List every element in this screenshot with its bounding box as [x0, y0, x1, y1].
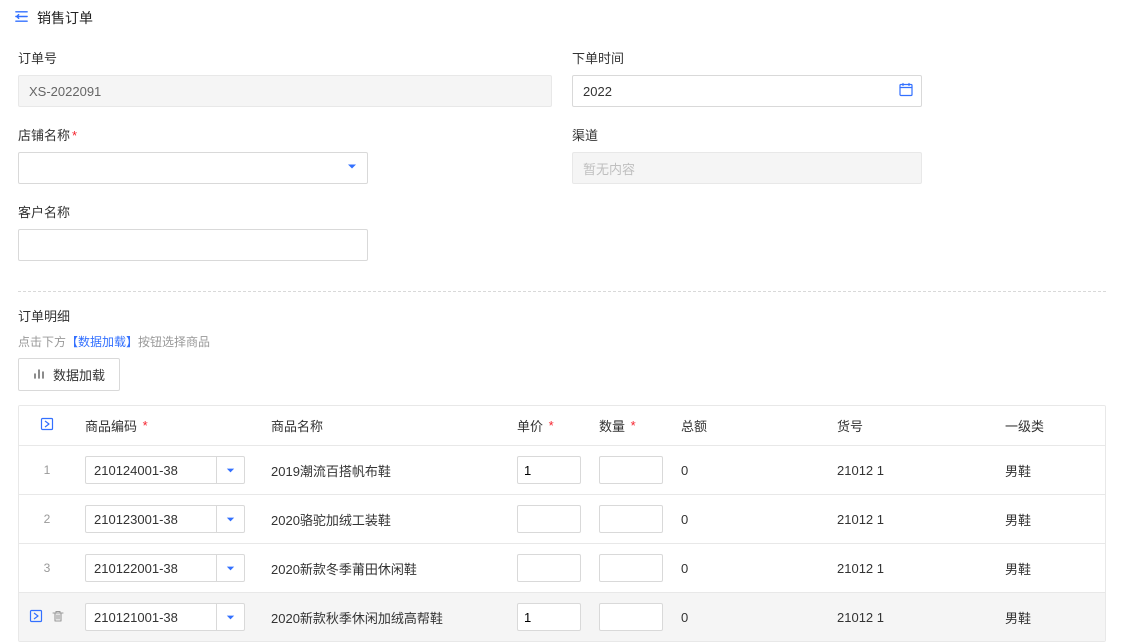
detail-table: 商品编码 * 商品名称 单价 * 数量 * 总额 货号 一级类 1 2101240… — [18, 405, 1106, 642]
product-code-select[interactable]: 210123001-38 — [85, 505, 245, 533]
th-name: 商品名称 — [261, 406, 507, 445]
th-code: 商品编码 * — [75, 406, 261, 445]
product-code-select[interactable]: 210122001-38 — [85, 554, 245, 582]
th-category: 一级类 — [995, 406, 1087, 445]
product-code-value: 210122001-38 — [86, 555, 216, 581]
category-cell: 男鞋 — [995, 495, 1087, 543]
shop-name-select[interactable] — [18, 152, 368, 184]
table-header: 商品编码 * 商品名称 单价 * 数量 * 总额 货号 一级类 — [19, 406, 1105, 446]
total-cell: 0 — [671, 495, 827, 543]
detail-title: 订单明细 — [18, 306, 1106, 325]
field-order-no: 订单号 — [18, 48, 552, 107]
caret-down-icon[interactable] — [216, 457, 244, 483]
caret-down-icon[interactable] — [216, 506, 244, 532]
detail-hint: 点击下方【数据加载】按钮选择商品 — [18, 333, 1106, 350]
th-sku: 货号 — [827, 406, 995, 445]
bar-chart-icon — [33, 366, 47, 383]
sku-cell: 21012 1 — [827, 446, 995, 494]
category-cell: 男鞋 — [995, 593, 1087, 641]
sku-cell: 21012 1 — [827, 495, 995, 543]
qty-input[interactable] — [599, 554, 663, 582]
product-code-value: 210124001-38 — [86, 457, 216, 483]
order-no-label: 订单号 — [18, 48, 552, 67]
category-cell: 男鞋 — [995, 544, 1087, 592]
channel-label: 渠道 — [572, 125, 1106, 144]
expand-row-icon[interactable] — [29, 609, 43, 626]
qty-input[interactable] — [599, 505, 663, 533]
customer-name-label: 客户名称 — [18, 202, 558, 221]
qty-input[interactable] — [599, 603, 663, 631]
caret-down-icon[interactable] — [216, 555, 244, 581]
page-title: 销售订单 — [37, 8, 93, 28]
sku-cell: 21012 1 — [827, 544, 995, 592]
row-index: 1 — [44, 463, 51, 477]
field-order-time: 下单时间 — [572, 48, 1106, 107]
product-name-cell: 2020骆驼加绒工装鞋 — [261, 495, 507, 543]
field-channel: 渠道 暂无内容 — [572, 125, 1106, 184]
qty-input[interactable] — [599, 456, 663, 484]
product-name-cell: 2020新款秋季休闲加绒高帮鞋 — [261, 593, 507, 641]
total-cell: 0 — [671, 446, 827, 494]
product-code-select[interactable]: 210124001-38 — [85, 456, 245, 484]
th-total: 总额 — [671, 406, 827, 445]
customer-name-input[interactable] — [18, 229, 368, 261]
order-time-label: 下单时间 — [572, 48, 1106, 67]
th-actions — [19, 406, 75, 445]
order-form: 订单号 下单时间 店铺名称* 渠道 暂无内容 — [0, 36, 1124, 279]
order-no-input — [18, 75, 552, 107]
product-name-cell: 2019潮流百搭帆布鞋 — [261, 446, 507, 494]
table-row: 1 210124001-38 2019潮流百搭帆布鞋 021012 1男鞋 — [19, 446, 1105, 495]
product-name-cell: 2020新款冬季莆田休闲鞋 — [261, 544, 507, 592]
expand-all-icon[interactable] — [40, 417, 54, 434]
channel-display: 暂无内容 — [572, 152, 922, 184]
total-cell: 0 — [671, 593, 827, 641]
table-row: 2 210123001-38 2020骆驼加绒工装鞋 021012 1男鞋 — [19, 495, 1105, 544]
row-index: 3 — [44, 561, 51, 575]
product-code-value: 210123001-38 — [86, 506, 216, 532]
price-input[interactable] — [517, 603, 581, 631]
sku-cell: 21012 1 — [827, 593, 995, 641]
category-cell: 男鞋 — [995, 446, 1087, 494]
price-input[interactable] — [517, 456, 581, 484]
section-divider — [18, 291, 1106, 292]
field-shop-name: 店铺名称* — [18, 125, 552, 184]
row-index: 2 — [44, 512, 51, 526]
total-cell: 0 — [671, 544, 827, 592]
price-input[interactable] — [517, 554, 581, 582]
menu-collapse-icon[interactable] — [14, 9, 29, 27]
order-time-input[interactable] — [572, 75, 922, 107]
product-code-select[interactable]: 210121001-38 — [85, 603, 245, 631]
table-body: 1210124001-382019潮流百搭帆布鞋021012 1男鞋221012… — [19, 446, 1105, 641]
delete-row-icon[interactable] — [51, 609, 65, 626]
data-load-button[interactable]: 数据加载 — [18, 358, 120, 391]
page-header: 销售订单 — [0, 0, 1124, 36]
shop-name-label: 店铺名称* — [18, 125, 552, 144]
price-input[interactable] — [517, 505, 581, 533]
field-customer-name: 客户名称 — [18, 202, 558, 261]
table-row: 3 210122001-38 2020新款冬季莆田休闲鞋 021012 1男鞋 — [19, 544, 1105, 593]
th-qty: 数量 * — [589, 406, 671, 445]
table-row: 210121001-38 2020新款秋季休闲加绒高帮鞋 021012 1男鞋 — [19, 593, 1105, 641]
order-detail-section: 订单明细 点击下方【数据加载】按钮选择商品 数据加载 商品编码 * 商品名称 单… — [0, 306, 1124, 642]
th-price: 单价 * — [507, 406, 589, 445]
